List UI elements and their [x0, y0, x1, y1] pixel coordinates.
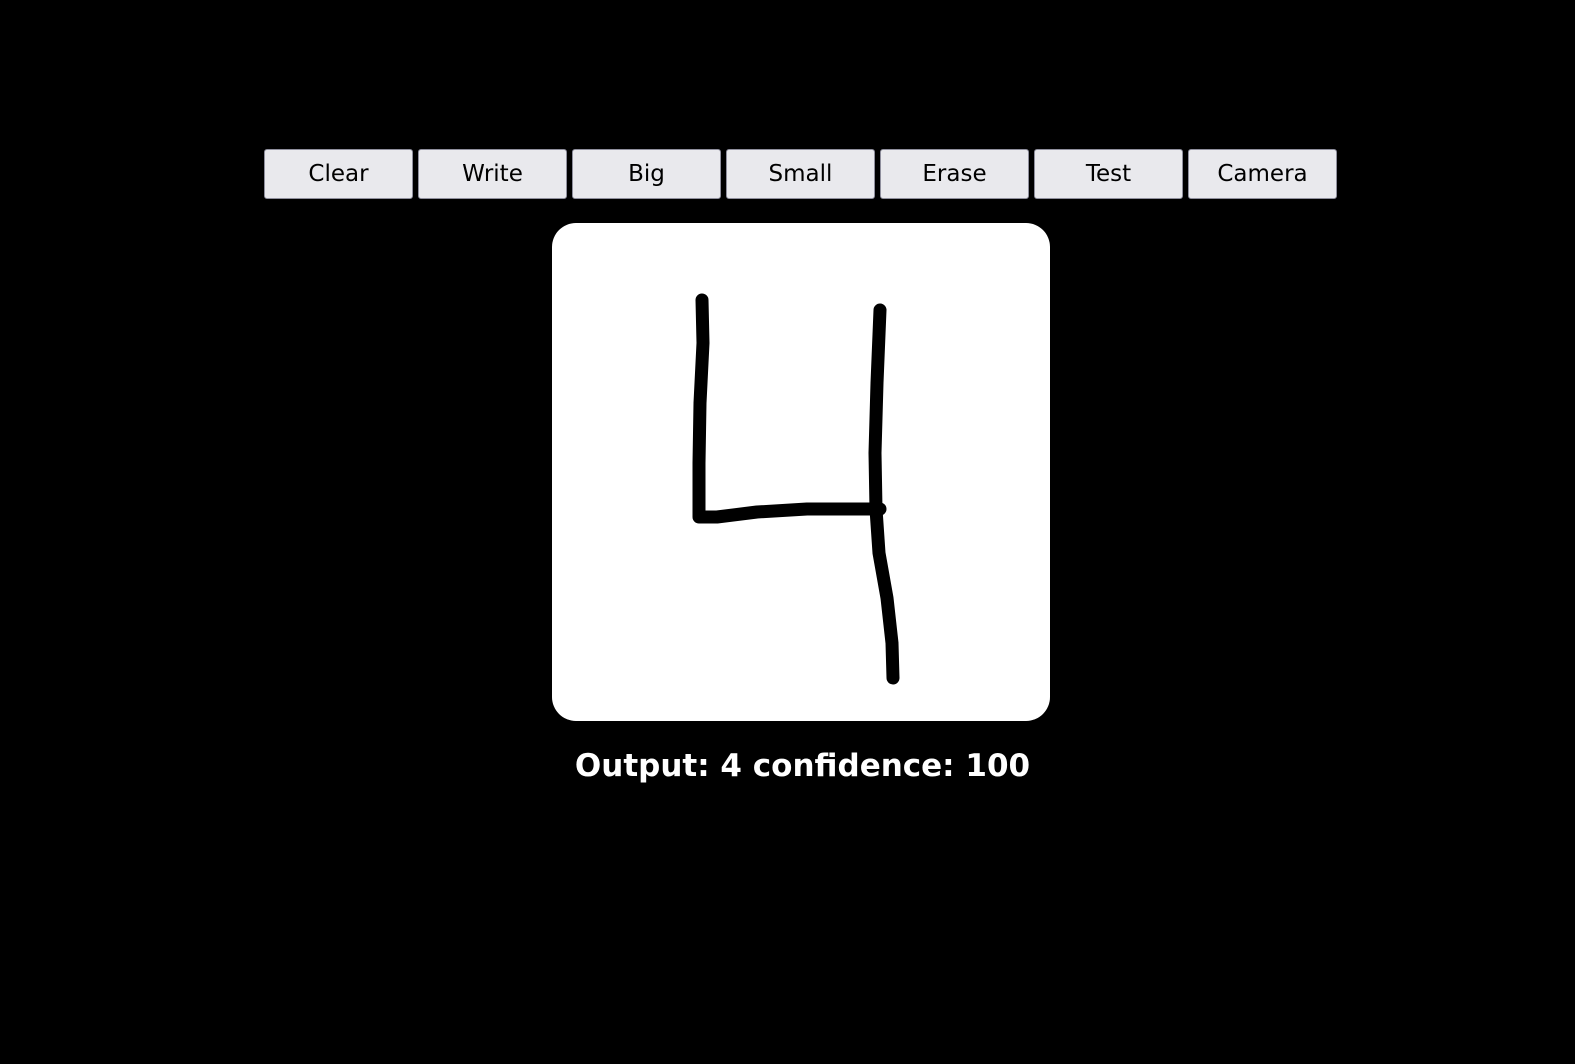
drawing-canvas[interactable] — [552, 223, 1050, 721]
clear-button[interactable]: Clear — [264, 149, 413, 199]
prediction-output: Output: 4 confidence: 100 — [574, 748, 1031, 784]
write-button[interactable]: Write — [418, 149, 567, 199]
toolbar: Clear Write Big Small Erase Test Camera — [264, 149, 1337, 199]
big-button[interactable]: Big — [572, 149, 721, 199]
small-button[interactable]: Small — [726, 149, 875, 199]
digit-stroke-left — [692, 293, 887, 524]
test-button[interactable]: Test — [1034, 149, 1183, 199]
digit-stroke-right — [868, 303, 900, 685]
erase-button[interactable]: Erase — [880, 149, 1029, 199]
handwritten-digit-drawing — [692, 293, 900, 685]
camera-button[interactable]: Camera — [1188, 149, 1337, 199]
